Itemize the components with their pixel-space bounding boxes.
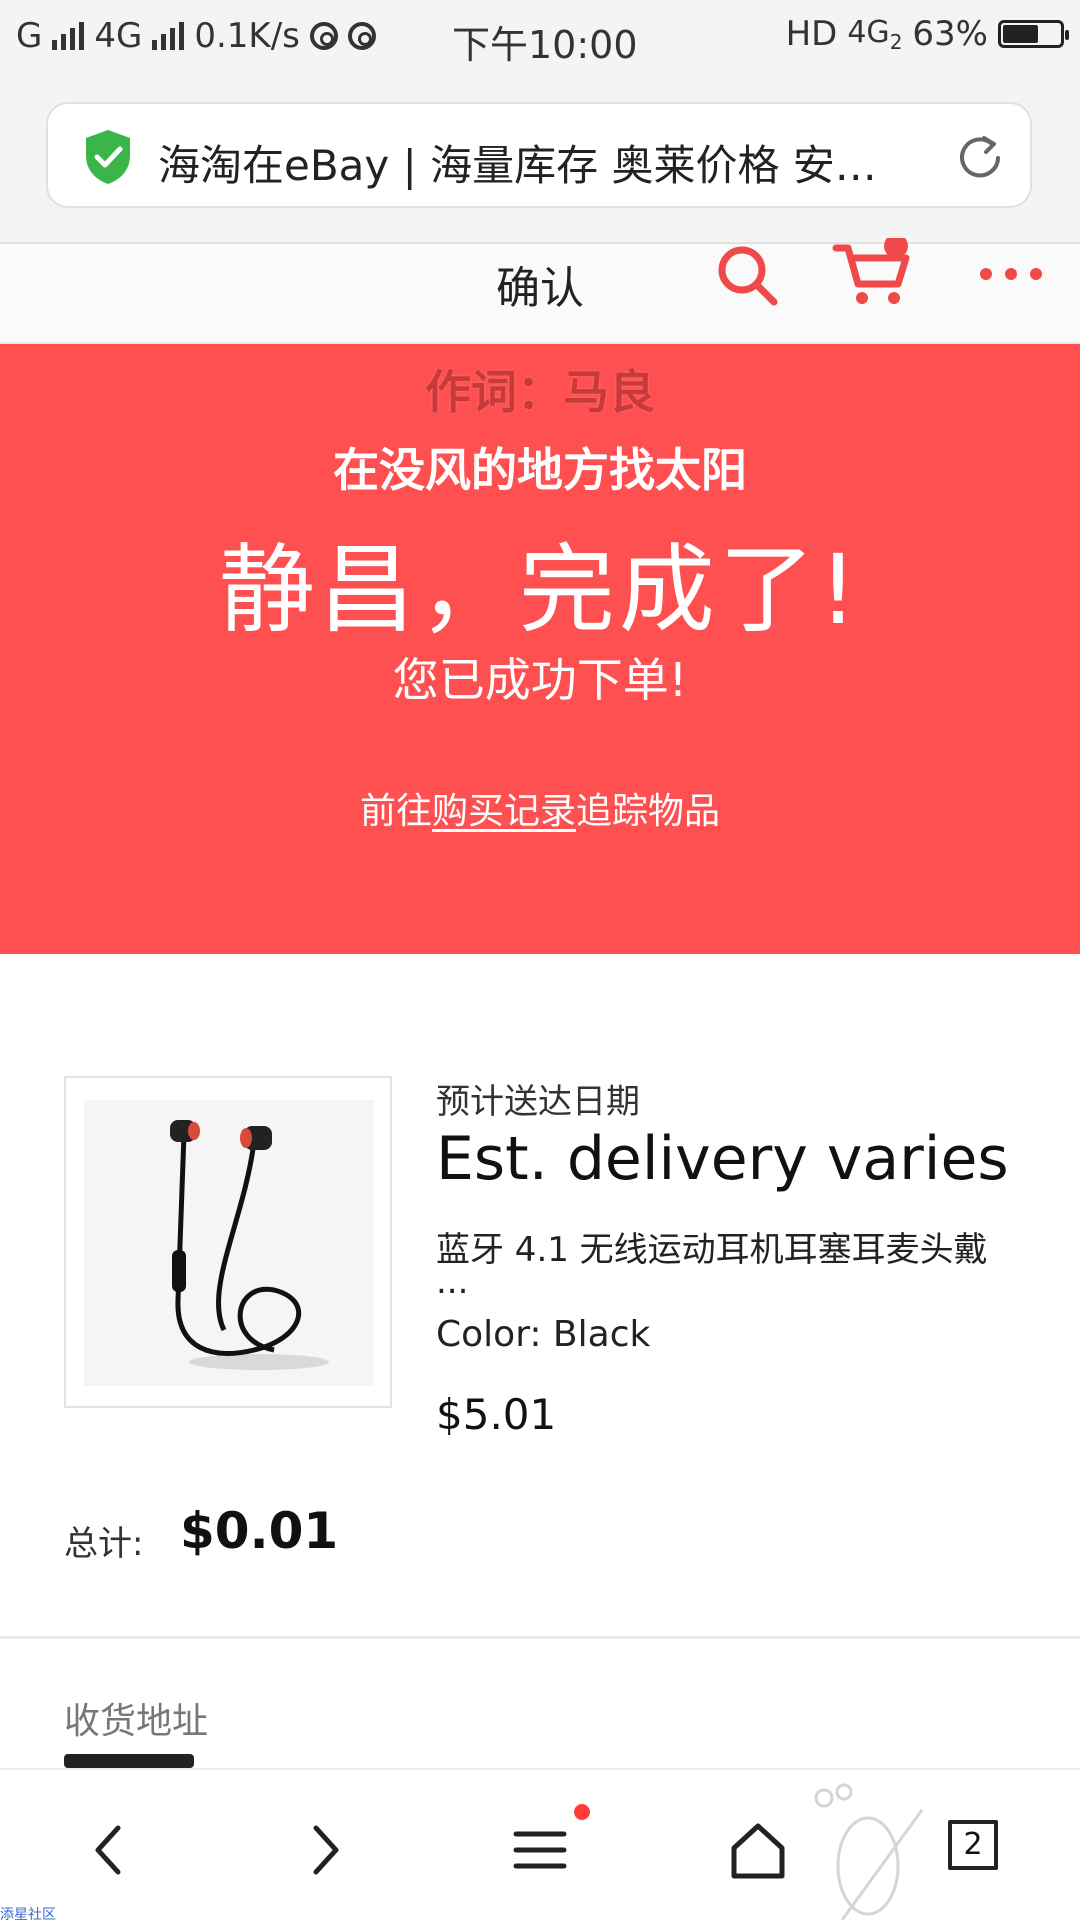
menu-notification-dot (574, 1804, 590, 1820)
forward-icon[interactable] (288, 1814, 360, 1886)
search-icon[interactable] (716, 244, 780, 308)
secure-shield-icon (86, 130, 130, 184)
tabs-count-button[interactable]: 2 (948, 1820, 998, 1870)
source-watermark: 添星社区 (0, 1907, 56, 1923)
status-left: G 4G 0.1K/s (16, 16, 376, 56)
track-order-text: 前往购买记录追踪物品 (359, 791, 721, 832)
battery-percent: 63% (912, 14, 988, 54)
clock: 下午10:00 (452, 23, 638, 67)
notification-icon (309, 22, 338, 50)
item-title[interactable]: 蓝牙 4.1 无线运动耳机耳塞耳麦头戴 (436, 1222, 1026, 1271)
status-bar: G 4G 0.1K/s 下午10:00 HD 4G2 63% (0, 0, 1080, 74)
section-divider (0, 1636, 1080, 1639)
delivery-label: 预计送达日期 (436, 1082, 640, 1122)
app-header: 确认 (0, 238, 1080, 344)
signal-icon (52, 22, 85, 50)
delivery-value: Est. delivery varies (436, 1124, 1009, 1194)
notification-icon-2 (347, 22, 376, 50)
network-speed: 0.1K/s (194, 16, 300, 56)
carrier-label: G (16, 16, 43, 56)
home-icon[interactable] (722, 1814, 794, 1886)
url-title: 海淘在eBay | 海量库存 奥莱价格 安… (158, 141, 877, 190)
url-bar[interactable]: 海淘在eBay | 海量库存 奥莱价格 安… (46, 102, 1032, 208)
success-title: 静昌，完成了! (218, 534, 862, 646)
order-success-banner: 作词：马良 在没风的地方找太阳 静昌，完成了! 您已成功下单! 前往购买记录追踪… (0, 344, 1080, 954)
page-title: 确认 (496, 263, 584, 314)
network-label: 4G (94, 16, 143, 56)
item-price: $5.01 (436, 1390, 557, 1439)
battery-fill (1003, 25, 1039, 43)
lyric-overlay: 在没风的地方找太阳 (333, 443, 747, 497)
item-color: Color: Black (436, 1314, 651, 1355)
network-right-label: 4G2 (847, 14, 903, 54)
browser-url-area: 海淘在eBay | 海量库存 奥莱价格 安… (0, 74, 1080, 244)
purchase-history-link[interactable]: 购买记录 (432, 791, 576, 832)
signal-icon-2 (152, 22, 185, 50)
back-icon[interactable] (74, 1814, 146, 1886)
credit-overlay: 作词：马良 (425, 365, 655, 419)
cart-icon[interactable] (832, 238, 918, 310)
hd-label: HD (785, 14, 838, 54)
status-right: HD 4G2 63% (785, 14, 1069, 54)
shipping-address-label: 收货地址 (64, 1701, 209, 1742)
address-text-cutoff (64, 1754, 194, 1768)
total-value: $0.01 (180, 1502, 339, 1560)
success-subtitle: 您已成功下单! (392, 653, 688, 707)
refresh-icon[interactable] (954, 132, 1006, 184)
menu-icon[interactable] (504, 1814, 576, 1886)
battery-icon (998, 20, 1069, 48)
more-icon[interactable] (978, 266, 1044, 282)
item-title-ellipsis: ... (436, 1262, 469, 1302)
total-label: 总计: (64, 1524, 144, 1564)
footprint-watermark-icon (814, 1783, 924, 1920)
earphones-image (170, 1120, 329, 1370)
browser-bottom-nav: 2 (0, 1768, 1080, 1922)
product-thumbnail[interactable] (64, 1076, 392, 1408)
product-image (84, 1100, 374, 1386)
